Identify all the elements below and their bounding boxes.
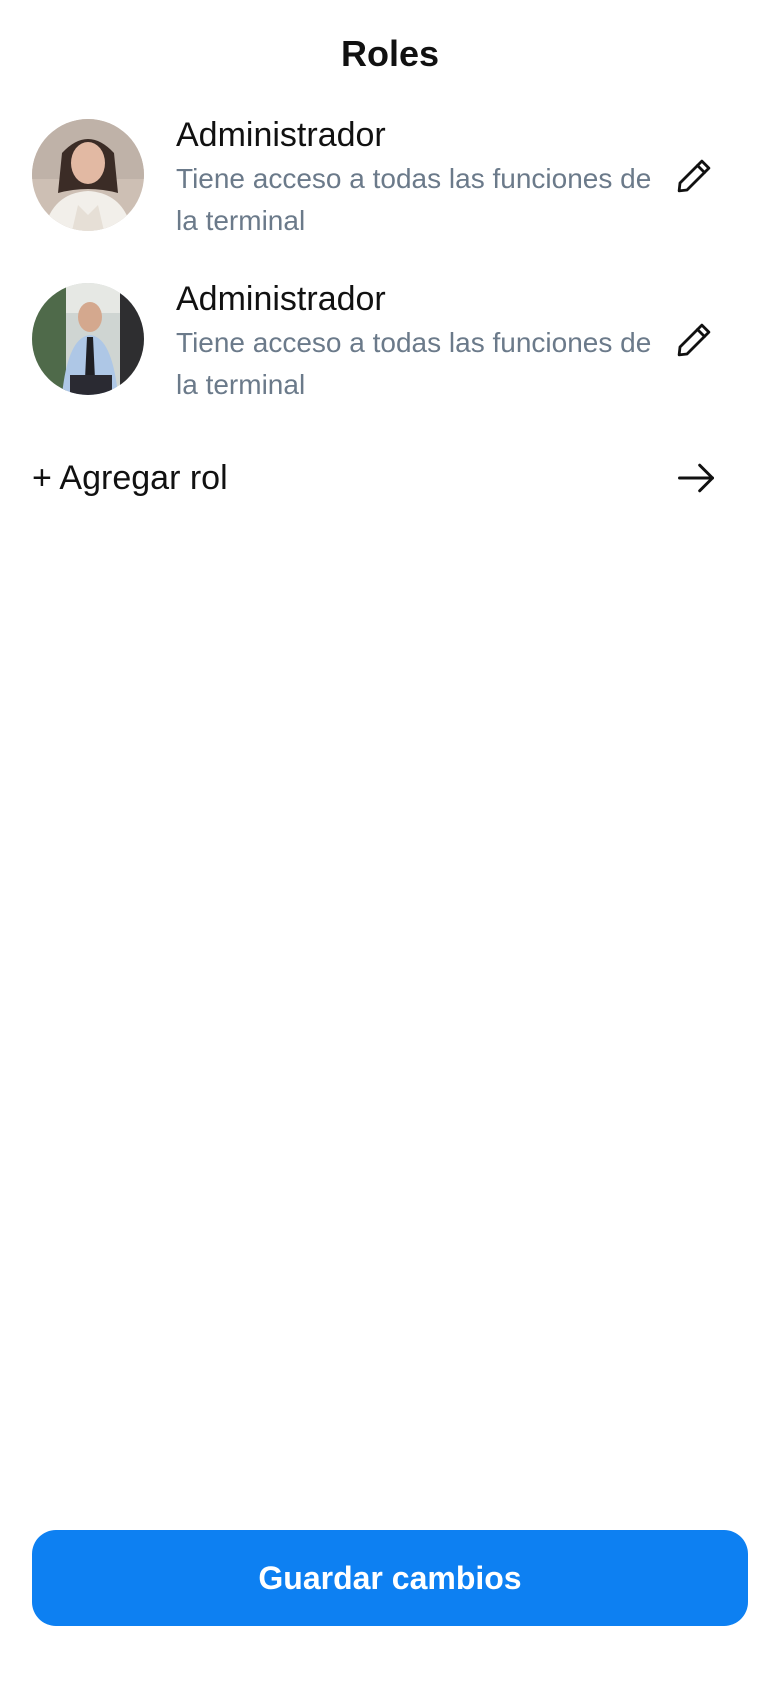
arrow-right-icon — [678, 463, 714, 493]
role-text: Administrador Tiene acceso a todas las f… — [176, 112, 656, 242]
avatar — [32, 283, 144, 395]
save-changes-button[interactable]: Guardar cambios — [32, 1530, 748, 1626]
role-description: Tiene acceso a todas las funciones de la… — [176, 327, 652, 400]
avatar — [32, 119, 144, 231]
role-item[interactable]: Administrador Tiene acceso a todas las f… — [32, 276, 748, 440]
add-role-button[interactable]: + Agregar rol — [32, 448, 748, 508]
page-title: Roles — [340, 33, 440, 74]
role-text: Administrador Tiene acceso a todas las f… — [176, 276, 656, 406]
avatar-photo-woman — [32, 119, 144, 231]
role-list: Administrador Tiene acceso a todas las f… — [32, 112, 748, 440]
add-role-label: + Agregar rol — [32, 459, 228, 497]
pencil-icon — [677, 159, 711, 193]
role-item[interactable]: Administrador Tiene acceso a todas las f… — [32, 112, 748, 276]
role-name: Administrador — [176, 116, 386, 154]
role-name: Administrador — [176, 280, 386, 318]
pencil-icon — [677, 323, 711, 357]
role-description: Tiene acceso a todas las funciones de la… — [176, 163, 652, 236]
edit-role-button[interactable] — [670, 316, 718, 364]
edit-role-button[interactable] — [670, 152, 718, 200]
avatar-photo-man — [32, 283, 144, 395]
